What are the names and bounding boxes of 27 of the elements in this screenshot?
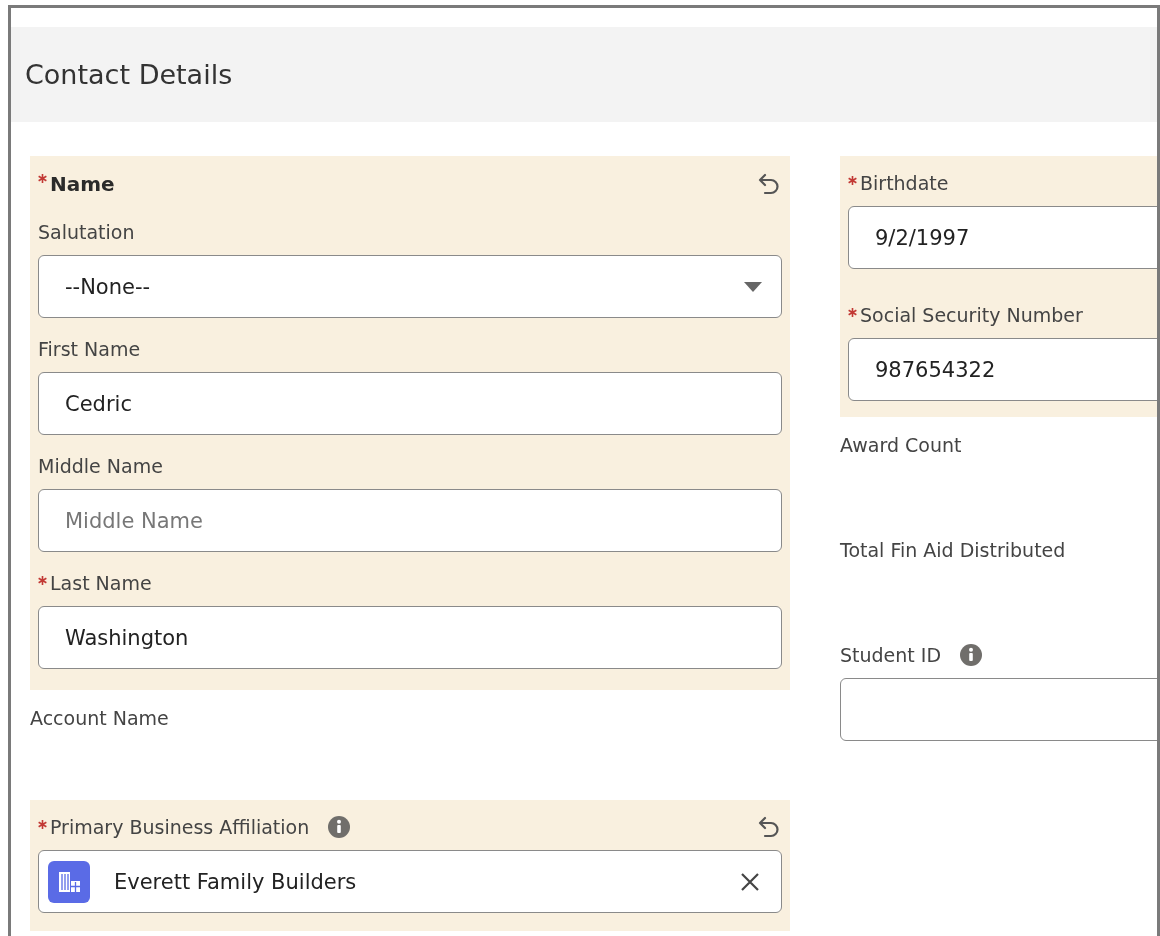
info-icon[interactable] — [327, 815, 352, 839]
field-label: Name — [50, 171, 115, 196]
input-field[interactable]: 987654322 — [848, 338, 1157, 401]
input-field[interactable]: 9/2/1997 — [848, 206, 1157, 269]
section-title: Contact Details — [25, 59, 233, 90]
field-label: Student ID — [840, 644, 942, 666]
input-field[interactable]: Middle Name — [38, 489, 782, 552]
input-field[interactable] — [840, 678, 1157, 741]
clear-button[interactable] — [739, 870, 761, 893]
caret-icon — [743, 280, 763, 293]
field-label: Middle Name — [38, 455, 163, 477]
input-field[interactable]: Washington — [38, 606, 782, 669]
salutation-dropdown[interactable]: --None-- — [38, 255, 782, 318]
field-label: Last Name — [50, 572, 152, 594]
field-label: Salutation — [38, 221, 135, 243]
field-label: First Name — [38, 338, 141, 360]
info-icon[interactable] — [959, 643, 984, 667]
building-icon — [48, 860, 90, 903]
input-field[interactable]: Cedric — [38, 372, 782, 435]
field-label: Social Security Number — [860, 304, 1083, 326]
lookup-field[interactable]: Everett Family Builders — [38, 850, 782, 913]
field-label: Total Fin Aid Distributed — [840, 539, 1066, 561]
field-label: Birthdate — [860, 172, 949, 194]
field-label: Account Name — [30, 707, 169, 729]
undo-icon[interactable] — [756, 814, 782, 840]
field-label: Primary Business Affiliation — [50, 816, 310, 838]
field-label: Award Count — [840, 434, 962, 456]
